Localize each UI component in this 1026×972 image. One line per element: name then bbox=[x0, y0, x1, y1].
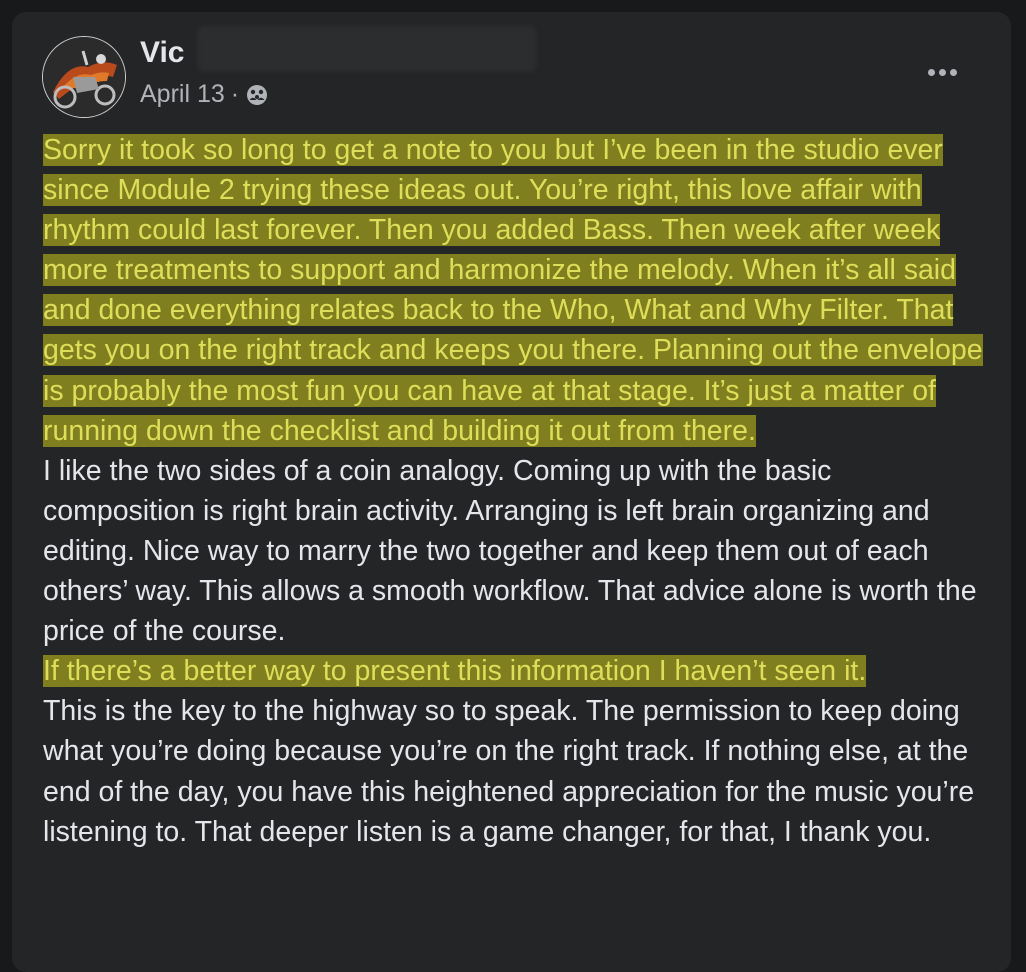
post-paragraph-1: Sorry it took so long to get a note to y… bbox=[43, 130, 988, 451]
avatar[interactable] bbox=[42, 36, 126, 118]
highlighted-text: Sorry it took so long to get a note to y… bbox=[43, 134, 983, 447]
post-paragraph-3: If there’s a better way to present this … bbox=[43, 651, 988, 691]
post-date[interactable]: April 13 bbox=[140, 80, 225, 109]
post-body: Sorry it took so long to get a note to y… bbox=[43, 130, 988, 852]
more-options-button[interactable] bbox=[920, 56, 964, 88]
meta-separator: · bbox=[230, 80, 240, 108]
redacted-name-bar bbox=[197, 26, 537, 72]
paragraph-text: I like the two sides of a coin analogy. … bbox=[43, 454, 977, 648]
paragraph-text: This is the key to the highway so to spe… bbox=[43, 695, 975, 848]
post-paragraph-2: I like the two sides of a coin analogy. … bbox=[43, 451, 988, 651]
more-options-dot bbox=[938, 68, 946, 76]
more-options-dot bbox=[949, 68, 957, 76]
highlighted-text: If there’s a better way to present this … bbox=[43, 655, 867, 688]
motorcycle-avatar-image bbox=[43, 37, 125, 117]
friends-audience-icon[interactable] bbox=[245, 83, 269, 107]
post-paragraph-4: This is the key to the highway so to spe… bbox=[43, 691, 988, 851]
more-options-icon bbox=[927, 68, 935, 76]
post-card: Vic April 13 · Sorry it took so long to … bbox=[12, 12, 1011, 972]
author-name[interactable]: Vic bbox=[140, 36, 185, 70]
post-meta: April 13 · bbox=[140, 80, 269, 109]
